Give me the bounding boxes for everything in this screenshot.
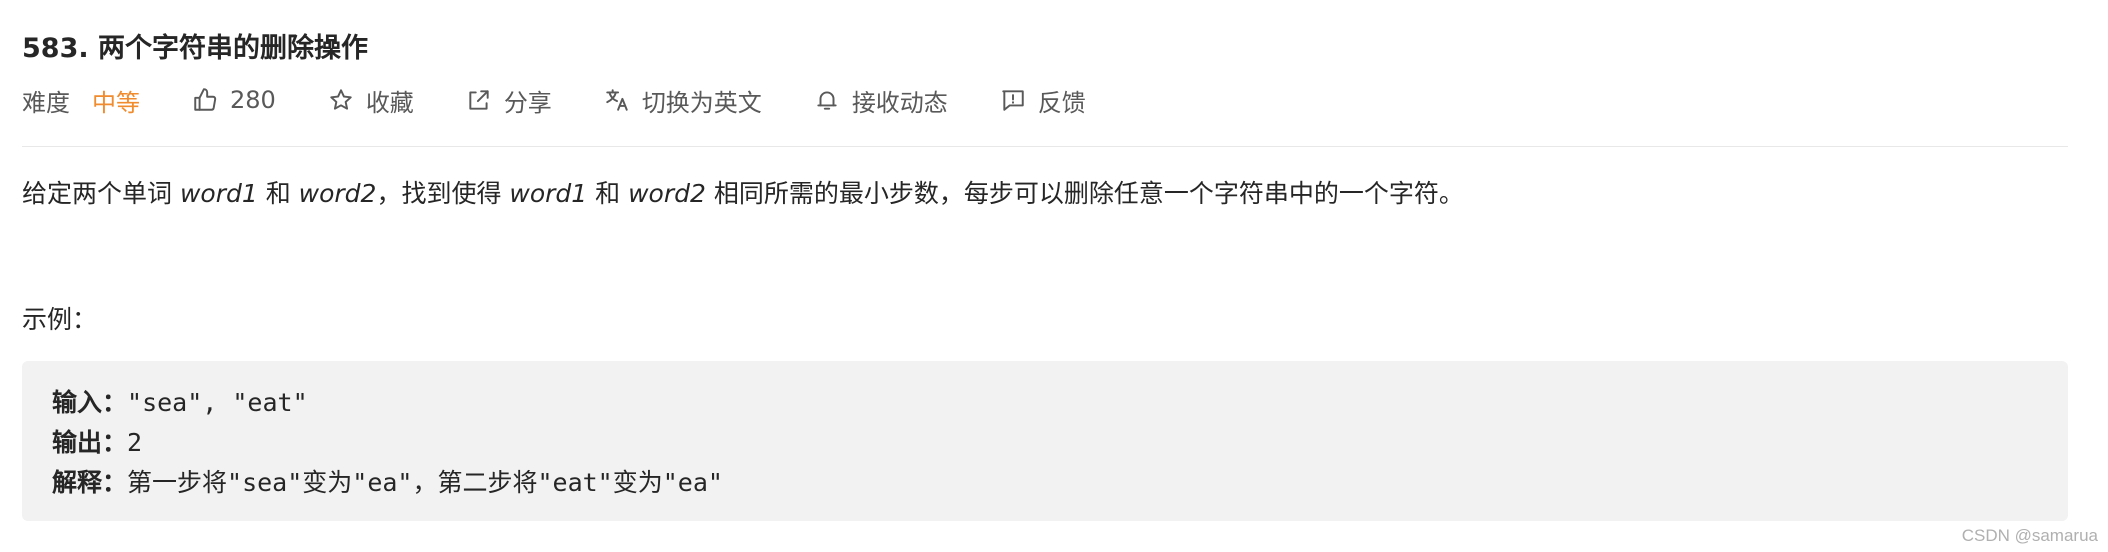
watermark: CSDN @samarua — [1961, 526, 2098, 545]
problem-description: 给定两个单词 word1 和 word2，找到使得 word1 和 word2 … — [22, 174, 1464, 210]
translate-icon — [604, 87, 630, 113]
problem-meta-bar: 难度 中等 280 收藏 分享 切换为英文 接收动态 反馈 — [22, 82, 1086, 118]
thumbs-up-icon — [192, 87, 218, 113]
subscribe-label: 接收动态 — [851, 88, 948, 117]
example-input-value: "sea", "eat" — [127, 388, 308, 417]
difficulty-badge: 中等 — [92, 88, 140, 117]
description-text: 和 — [587, 179, 629, 208]
description-var-word1: word1 — [179, 179, 258, 208]
description-text: 和 — [257, 179, 299, 208]
share-label: 分享 — [503, 88, 552, 117]
likes-count: 280 — [230, 86, 276, 114]
favorite-label: 收藏 — [365, 88, 414, 117]
switch-language-button[interactable]: 切换为英文 — [604, 83, 762, 118]
description-text: 相同所需的最小步数，每步可以删除任意一个字符串中的一个字符。 — [705, 179, 1464, 208]
example-explanation-value: 第一步将"sea"变为"ea"，第二步将"eat"变为"ea" — [127, 468, 723, 497]
problem-title: 583. 两个字符串的删除操作 — [22, 33, 369, 64]
feedback-label: 反馈 — [1037, 88, 1086, 117]
share-button[interactable]: 分享 — [466, 83, 552, 118]
difficulty-label: 难度 — [22, 88, 70, 117]
example-heading: 示例： — [22, 305, 98, 334]
star-icon — [328, 87, 354, 113]
description-var-word2: word2 — [298, 179, 377, 208]
bell-icon — [814, 87, 840, 113]
feedback-button[interactable]: 反馈 — [1000, 83, 1086, 118]
subscribe-button[interactable]: 接收动态 — [814, 83, 948, 118]
feedback-icon — [1000, 87, 1026, 113]
example-input-line: 输入："sea", "eat" — [52, 383, 308, 419]
example-explanation-line: 解释：第一步将"sea"变为"ea"，第二步将"eat"变为"ea" — [52, 463, 723, 499]
description-text: ，找到使得 — [376, 179, 510, 208]
description-text: 给定两个单词 — [22, 179, 180, 208]
example-code-block: 输入："sea", "eat" 输出：2 解释：第一步将"sea"变为"ea"，… — [22, 361, 2068, 521]
description-var-word2: word2 — [628, 179, 706, 208]
example-output-value: 2 — [127, 428, 143, 457]
share-icon — [466, 87, 492, 113]
example-output-label: 输出： — [52, 428, 128, 457]
example-output-line: 输出：2 — [52, 423, 142, 459]
favorite-button[interactable]: 收藏 — [328, 83, 414, 118]
divider — [22, 146, 2068, 147]
like-button[interactable]: 280 — [192, 86, 276, 114]
switch-language-label: 切换为英文 — [641, 88, 762, 117]
example-input-label: 输入： — [52, 388, 128, 417]
description-var-word1: word1 — [509, 179, 588, 208]
example-explanation-label: 解释： — [52, 468, 128, 497]
